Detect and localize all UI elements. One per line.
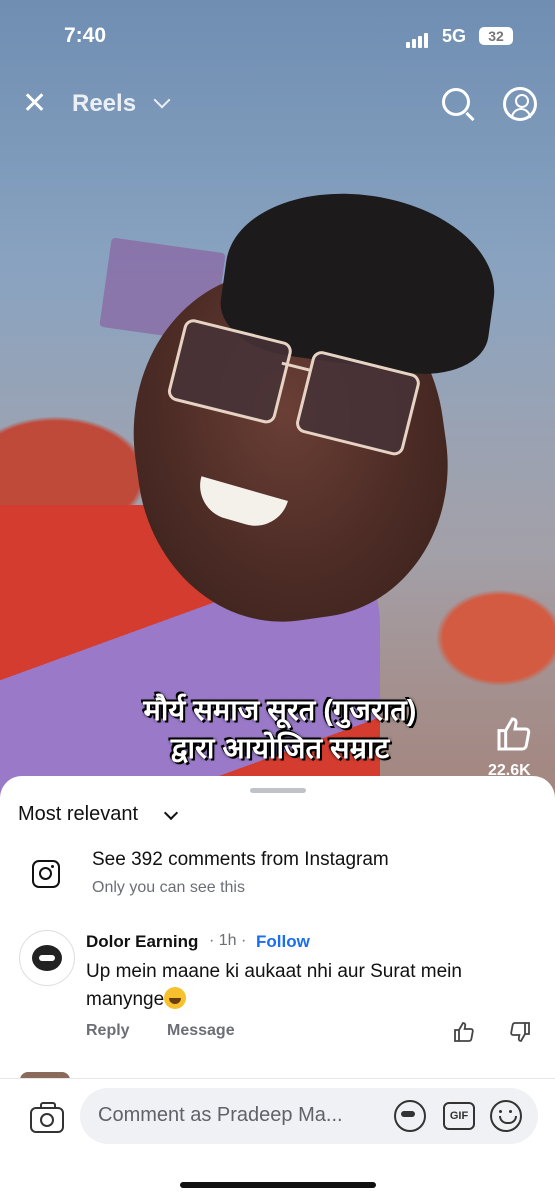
comment-text: Up mein maane ki aukaat nhi aur Surat me… [86,958,526,1014]
avatar-sticker-icon[interactable] [394,1100,426,1132]
status-time: 7:40 [64,24,107,47]
comment-placeholder: Comment as Pradeep Ma... [98,1104,343,1126]
gif-icon[interactable]: GIF [443,1102,475,1130]
instagram-comments-link[interactable]: See 392 comments from Instagram [92,849,389,871]
thumbs-down-icon[interactable] [508,1020,532,1050]
comment-input[interactable]: Comment as Pradeep Ma... GIF [80,1088,538,1144]
thumbs-up-icon[interactable] [452,1020,476,1050]
caption-line-2: द्वारा आयोजित सम्राट [170,733,390,765]
avatar[interactable] [19,930,75,986]
camera-icon[interactable] [30,1102,64,1133]
comment-time: · 1h · [209,932,247,949]
follow-button[interactable]: Follow [256,932,310,952]
reels-header: ✕ Reels [0,84,555,124]
emoji-icon[interactable] [490,1100,522,1132]
like-icon[interactable] [494,714,534,754]
video-caption: मौर्य समाज सूरत (गुजरात) द्वारा आयोजित स… [90,692,470,768]
comment-author[interactable]: Dolor Earning [86,932,198,952]
reply-button[interactable]: Reply [86,1022,130,1040]
chevron-down-icon[interactable] [153,91,171,109]
chevron-down-icon[interactable] [163,805,179,821]
header-title[interactable]: Reels [72,90,136,118]
instagram-note: Only you can see this [92,879,245,896]
drag-handle[interactable] [250,788,306,793]
home-indicator[interactable] [180,1182,376,1188]
battery-icon: 32 [479,27,513,45]
avatar-face [32,945,62,971]
network-label: 5G [442,26,467,46]
instagram-icon [32,860,60,888]
search-icon[interactable] [442,88,470,116]
message-button[interactable]: Message [167,1022,235,1040]
comment-composer: Comment as Pradeep Ma... GIF [0,1078,555,1201]
close-icon[interactable]: ✕ [22,89,47,119]
caption-line-1: मौर्य समाज सूरत (गुजरात) [143,695,417,727]
comment-body: Up mein maane ki aukaat nhi aur Surat me… [86,961,462,1010]
signal-icon [406,30,430,48]
grinning-emoji-icon [164,987,187,1009]
profile-icon[interactable] [503,87,537,121]
status-bar: 7:40 5G 32 [0,24,555,54]
sort-dropdown[interactable]: Most relevant [18,803,138,826]
